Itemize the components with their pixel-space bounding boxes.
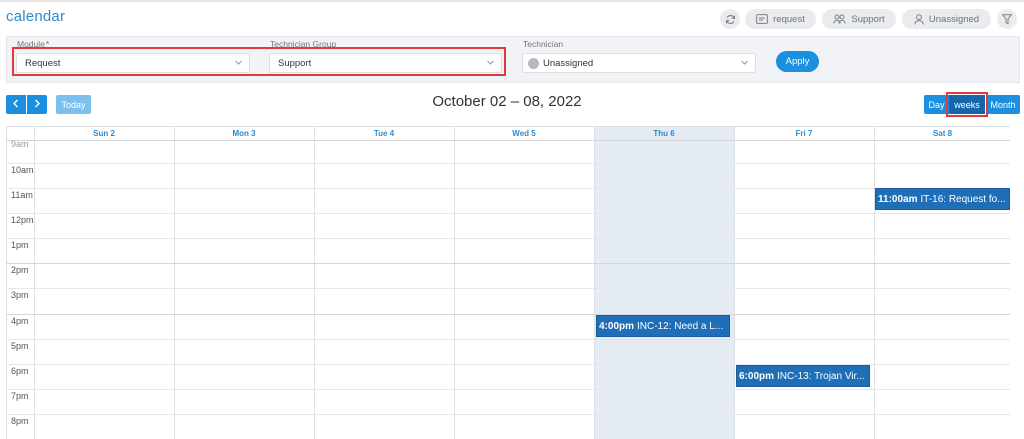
chevron-down-icon: [740, 58, 749, 70]
date-range-title: October 02 – 08, 2022: [432, 93, 582, 110]
hour-line: [7, 188, 1010, 189]
time-label-9am: 9am: [11, 139, 29, 149]
top-bar: calendar request Support Unassigned: [0, 0, 1024, 32]
group-icon: [833, 14, 847, 24]
time-label-4pm: 4pm: [11, 316, 29, 326]
day-header-thu: Thu 6: [653, 129, 675, 138]
technician-label: Technician: [523, 39, 564, 49]
technician-select[interactable]: Unassigned: [522, 53, 756, 73]
time-label-8pm: 8pm: [11, 416, 29, 426]
event-title: INC-12: Need a L...: [637, 321, 724, 332]
time-label-1pm: 1pm: [11, 240, 29, 250]
day-header-sat: Sat 8: [932, 129, 953, 138]
calendar-event-inc-12[interactable]: 4:00pm INC-12: Need a L...: [596, 315, 730, 337]
week-grid: Sun 2 Mon 3 Tue 4 Wed 5 Thu 6 Fri 7 Sat …: [6, 126, 1010, 439]
apply-button[interactable]: Apply: [776, 51, 819, 72]
hour-line: [7, 213, 1010, 214]
header-divider: [7, 140, 1010, 141]
time-label-10am: 10am: [11, 165, 34, 175]
time-label-5pm: 5pm: [11, 341, 29, 351]
time-label-6pm: 6pm: [11, 366, 29, 376]
filter-button[interactable]: [997, 9, 1017, 29]
request-filter-label: request: [773, 13, 805, 25]
time-label-7pm: 7pm: [11, 391, 29, 401]
highlight-box-filters: [12, 47, 506, 76]
day-column-tue[interactable]: [314, 127, 454, 439]
hour-line: [7, 389, 1010, 390]
avatar: [528, 57, 539, 69]
support-filter-label: Support: [851, 13, 885, 25]
day-header-wed: Wed 5: [512, 129, 536, 138]
calendar-event-inc-13[interactable]: 6:00pm INC-13: Trojan Vir...: [736, 365, 870, 387]
event-time: 6:00pm: [739, 371, 775, 382]
time-label-2pm: 2pm: [11, 265, 29, 275]
day-column-thu[interactable]: [594, 127, 734, 439]
day-column-sat[interactable]: [874, 127, 1010, 439]
time-label-12pm: 12pm: [11, 215, 34, 225]
event-time: 4:00pm: [599, 321, 635, 332]
support-filter-button[interactable]: Support: [822, 9, 896, 29]
hour-line: [7, 314, 1010, 315]
day-column-fri[interactable]: [734, 127, 874, 439]
day-column-wed[interactable]: [454, 127, 594, 439]
funnel-icon: [1002, 13, 1012, 25]
day-header-mon: Mon 3: [232, 129, 256, 138]
time-label-3pm: 3pm: [11, 290, 29, 300]
calendar-event-it-16[interactable]: 11:00am IT-16: Request fo...: [875, 188, 1010, 210]
event-time: 11:00am: [878, 194, 918, 205]
hour-line: [7, 163, 1010, 164]
hour-line: [7, 339, 1010, 340]
request-filter-button[interactable]: request: [745, 9, 816, 29]
event-title: IT-16: Request fo...: [920, 194, 1006, 205]
refresh-button[interactable]: [720, 9, 740, 29]
unassigned-filter-label: Unassigned: [928, 13, 980, 25]
event-title: INC-13: Trojan Vir...: [777, 371, 865, 382]
time-label-11am: 11am: [11, 190, 33, 200]
hour-line: [7, 238, 1010, 239]
day-header-fri: Fri 7: [795, 129, 813, 138]
technician-value: Unassigned: [543, 57, 594, 69]
day-column-mon[interactable]: [174, 127, 314, 439]
unassigned-filter-button[interactable]: Unassigned: [902, 9, 991, 29]
user-icon: [914, 13, 924, 25]
day-header-tue: Tue 4: [373, 129, 395, 138]
hour-line: [7, 414, 1010, 415]
request-icon: [756, 14, 769, 24]
app-title: calendar: [6, 8, 66, 25]
view-month-button[interactable]: Month: [986, 95, 1020, 114]
hour-line: [7, 288, 1010, 289]
hour-line: [7, 263, 1010, 264]
day-column-sun[interactable]: [34, 127, 174, 439]
highlight-box-view: [946, 92, 988, 117]
filter-panel: Module* Request Technician Group Support…: [6, 36, 1020, 83]
refresh-icon: [725, 14, 736, 25]
day-header-sun: Sun 2: [93, 129, 115, 138]
